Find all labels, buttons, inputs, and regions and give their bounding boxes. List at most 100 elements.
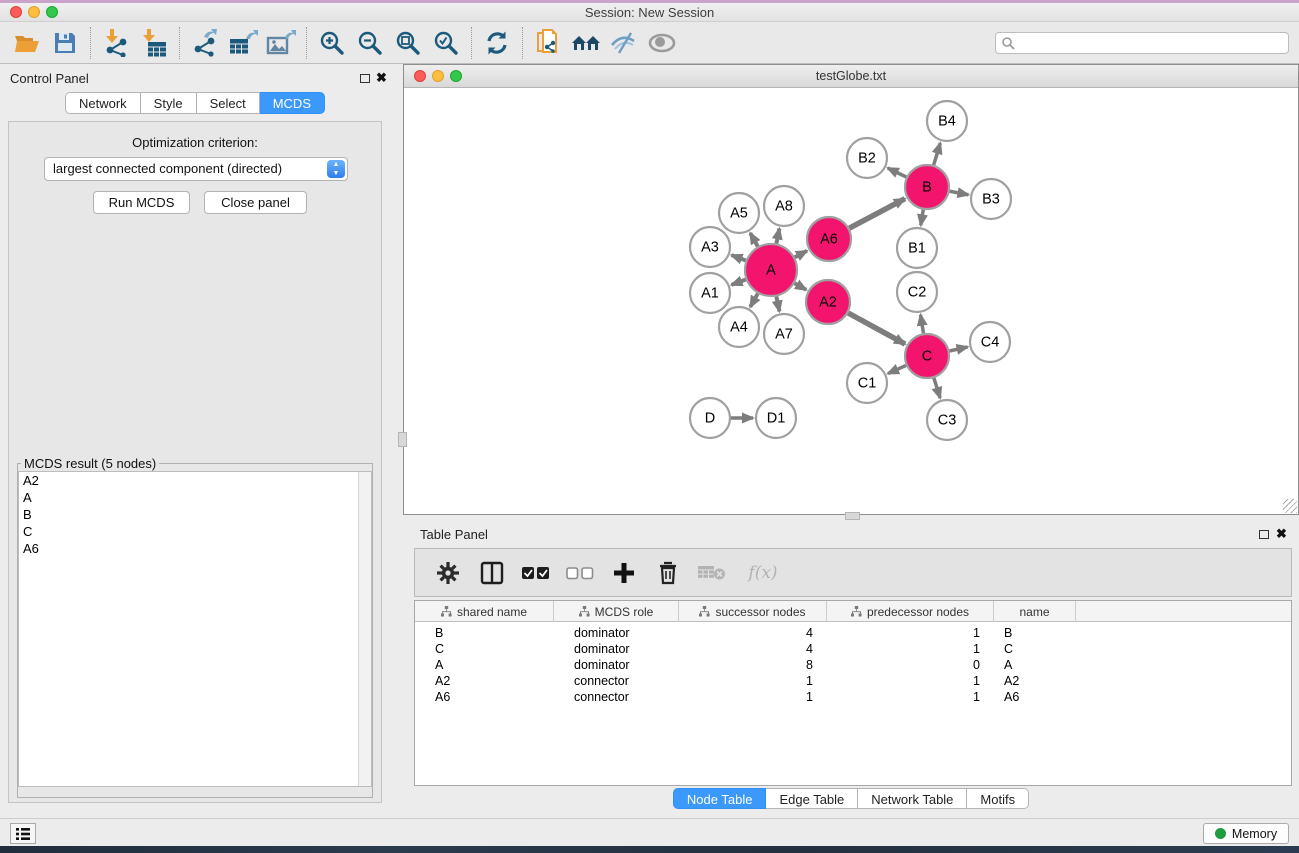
- close-table-panel-icon[interactable]: ✖: [1276, 526, 1287, 542]
- table-row[interactable]: Adominator80A: [415, 657, 1291, 673]
- mcds-result-item[interactable]: C: [19, 523, 371, 540]
- import-network-icon[interactable]: [97, 25, 135, 61]
- open-file-icon[interactable]: [8, 25, 46, 61]
- edge-B-B1[interactable]: [921, 210, 924, 226]
- desktop-background-bottom: [0, 846, 1299, 853]
- mcds-result-item[interactable]: A2: [19, 472, 371, 489]
- hide-selected-icon[interactable]: [605, 25, 643, 61]
- cell-MCDS-role: dominator: [554, 625, 679, 641]
- refresh-icon[interactable]: [478, 25, 516, 61]
- edge-A6-B[interactable]: [849, 199, 905, 229]
- select-all-icon[interactable]: [521, 558, 551, 588]
- node-label-D: D: [705, 411, 715, 427]
- search-field: [995, 32, 1289, 54]
- tab-network-table[interactable]: Network Table: [858, 788, 967, 809]
- control-panel-title: Control Panel: [10, 71, 89, 86]
- edge-C-C4[interactable]: [949, 347, 967, 351]
- column-header-predecessor-nodes[interactable]: predecessor nodes: [827, 601, 994, 622]
- zoom-fit-icon[interactable]: [389, 25, 427, 61]
- edge-A-A6[interactable]: [795, 251, 807, 257]
- zoom-selected-icon[interactable]: [427, 25, 465, 61]
- network-maximize-button[interactable]: [450, 70, 462, 82]
- close-window-button[interactable]: [10, 6, 22, 18]
- zoom-out-icon[interactable]: [351, 25, 389, 61]
- cell-predecessor-nodes: 1: [827, 625, 994, 641]
- tab-mcds[interactable]: MCDS: [260, 92, 325, 114]
- import-table-icon[interactable]: [135, 25, 173, 61]
- tab-edge-table[interactable]: Edge Table: [766, 788, 858, 809]
- show-all-icon[interactable]: [643, 25, 681, 61]
- column-header-shared-name[interactable]: shared name: [415, 601, 554, 622]
- settings-icon[interactable]: [433, 558, 463, 588]
- tab-motifs[interactable]: Motifs: [967, 788, 1029, 809]
- edge-A-A1[interactable]: [732, 280, 746, 285]
- zoom-in-icon[interactable]: [313, 25, 351, 61]
- mcds-result-item[interactable]: B: [19, 506, 371, 523]
- vertical-splitter-handle[interactable]: [398, 432, 407, 447]
- delete-column-icon[interactable]: [653, 558, 683, 588]
- table-row[interactable]: A6connector11A6: [415, 689, 1291, 705]
- add-column-icon[interactable]: [609, 558, 639, 588]
- table-panel: Table Panel ✖: [403, 520, 1299, 818]
- edge-C-C3[interactable]: [934, 378, 940, 398]
- table-row[interactable]: A2connector11A2: [415, 673, 1291, 689]
- deselect-all-icon[interactable]: [565, 558, 595, 588]
- cell-shared-name: A6: [415, 689, 554, 705]
- float-table-panel-icon[interactable]: [1259, 530, 1269, 539]
- edge-C-C2[interactable]: [921, 315, 924, 334]
- task-history-button[interactable]: [10, 823, 36, 844]
- scrollbar[interactable]: [358, 472, 371, 786]
- network-from-selection-icon[interactable]: [529, 25, 567, 61]
- edge-A-A2[interactable]: [795, 283, 807, 290]
- close-panel-button[interactable]: Close panel: [204, 191, 307, 214]
- edge-B-B3[interactable]: [950, 191, 969, 195]
- edge-A-A3[interactable]: [732, 255, 746, 260]
- node-label-A6: A6: [820, 232, 838, 248]
- network-close-button[interactable]: [414, 70, 426, 82]
- tab-network[interactable]: Network: [65, 92, 141, 114]
- table-row[interactable]: Cdominator41C: [415, 641, 1291, 657]
- tab-node-table[interactable]: Node Table: [673, 788, 767, 809]
- edge-A-A7[interactable]: [776, 296, 779, 311]
- tab-select[interactable]: Select: [197, 92, 260, 114]
- column-header-successor-nodes[interactable]: successor nodes: [679, 601, 827, 622]
- mcds-result-list[interactable]: A2ABCA6: [18, 471, 372, 787]
- tab-style[interactable]: Style: [141, 92, 197, 114]
- window-titlebar: Session: New Session: [0, 3, 1299, 22]
- edge-B-B4[interactable]: [934, 143, 941, 165]
- mcds-result-item[interactable]: A: [19, 489, 371, 506]
- edge-C-C1[interactable]: [888, 365, 906, 373]
- maximize-window-button[interactable]: [46, 6, 58, 18]
- function-builder-icon[interactable]: f(x): [748, 563, 777, 583]
- edge-A2-C[interactable]: [848, 313, 905, 344]
- table-row[interactable]: Bdominator41B: [415, 625, 1291, 641]
- edge-B-B2[interactable]: [888, 168, 907, 177]
- columns-icon[interactable]: [477, 558, 507, 588]
- column-header-name[interactable]: name: [994, 601, 1076, 622]
- float-panel-icon[interactable]: [360, 74, 370, 83]
- first-neighbors-icon[interactable]: [567, 25, 605, 61]
- minimize-window-button[interactable]: [28, 6, 40, 18]
- export-table-icon[interactable]: [224, 25, 262, 61]
- save-session-icon[interactable]: [46, 25, 84, 61]
- horizontal-splitter-handle[interactable]: [845, 512, 860, 520]
- edge-A-A8[interactable]: [776, 229, 779, 244]
- node-label-B2: B2: [858, 151, 876, 167]
- network-graph-canvas[interactable]: B4B2BB3A8A5A6A3B1AA1C2A2A4A7C4CC1C3DD1: [404, 88, 1298, 514]
- run-mcds-button[interactable]: Run MCDS: [93, 191, 190, 214]
- memory-button[interactable]: Memory: [1203, 823, 1289, 844]
- node-label-D1: D1: [767, 411, 786, 427]
- export-image-icon[interactable]: [262, 25, 300, 61]
- search-input[interactable]: [1015, 34, 1288, 52]
- edge-A-A5[interactable]: [750, 233, 758, 246]
- mcds-result-item[interactable]: A6: [19, 540, 371, 557]
- window-resize-grip[interactable]: [1283, 499, 1297, 513]
- network-minimize-button[interactable]: [432, 70, 444, 82]
- column-header-MCDS-role[interactable]: MCDS role: [554, 601, 679, 622]
- export-network-icon[interactable]: [186, 25, 224, 61]
- close-panel-icon[interactable]: ✖: [376, 70, 387, 86]
- delete-table-icon[interactable]: [697, 558, 727, 588]
- node-table[interactable]: shared nameMCDS rolesuccessor nodesprede…: [414, 600, 1292, 786]
- edge-A-A4[interactable]: [750, 294, 758, 307]
- criterion-dropdown[interactable]: largest connected component (directed) ▲…: [44, 157, 348, 181]
